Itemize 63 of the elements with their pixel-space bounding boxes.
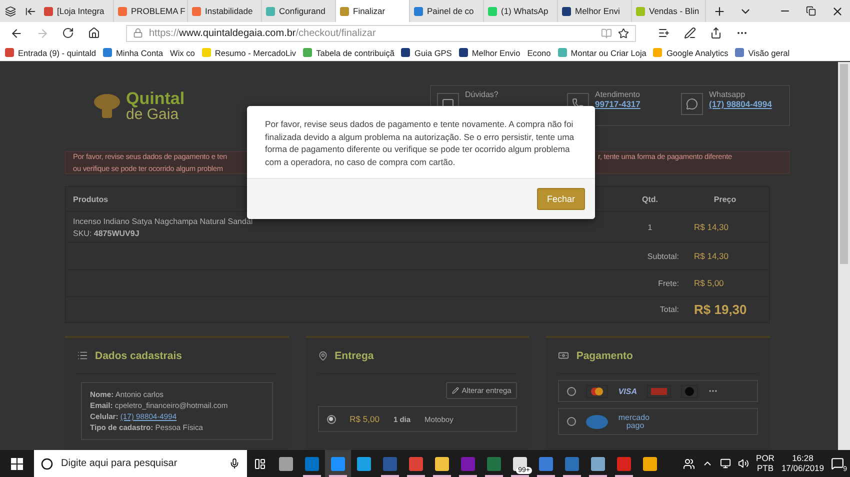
logo-emblem-icon — [92, 92, 122, 120]
pencil-icon — [452, 387, 459, 394]
summary-label: Total: — [660, 305, 679, 314]
phone-link[interactable]: 99717-4317 — [595, 99, 640, 109]
summary-value: R$ 19,30 — [694, 302, 747, 317]
bookmark-link[interactable]: Wix co — [170, 48, 195, 58]
bookmark-link[interactable]: Montar ou Criar Loja — [558, 48, 646, 58]
radio-button[interactable] — [567, 386, 576, 396]
column-header: Produtos — [73, 194, 108, 204]
column-header: Qtd. — [642, 194, 658, 204]
address-field[interactable]: https://www.quintaldegaia.com.br/checkout/finalizar — [126, 24, 636, 42]
summary-value: R$ 14,30 — [694, 251, 728, 261]
bookmark-link[interactable]: Google Analytics — [653, 48, 728, 58]
list-icon — [77, 350, 88, 361]
bookmark-link[interactable]: Melhor Envio — [458, 48, 520, 58]
map-pin-icon — [318, 350, 328, 360]
lock-icon — [133, 28, 143, 38]
contact-label: Dúvidas? — [465, 90, 498, 99]
bookmark-link[interactable]: Entrada (9) - quintald — [5, 48, 96, 58]
taskbar-app-icon[interactable] — [325, 450, 351, 477]
summary-label: Subtotal: — [647, 252, 679, 260]
radio-button[interactable] — [326, 414, 336, 424]
column-header: Preço — [714, 194, 736, 204]
cortana-circle-icon — [41, 458, 53, 470]
shipping-price: R$ 5,00 — [350, 414, 380, 424]
logo-text: Quintal — [126, 90, 185, 106]
bookmark-link[interactable]: Visão geral — [735, 48, 790, 58]
bookmark-link[interactable]: Tabela de contribuiçã — [303, 48, 394, 58]
price: R$ 14,30 — [694, 222, 728, 232]
card-logo-icon — [586, 384, 608, 398]
volume-icon[interactable] — [738, 458, 750, 469]
summary-label: Frete: — [658, 278, 679, 288]
card-brand: VISA — [618, 386, 638, 396]
product-name: Incenso Indiano Satya Nagchampa Natural Sandal — [73, 216, 253, 226]
logo-text: de Gaia — [126, 106, 179, 122]
clock[interactable]: 16:28 17/06/2019 — [781, 454, 824, 474]
money-icon — [558, 350, 570, 361]
bookmark-link[interactable]: Guia GPS — [401, 48, 452, 58]
quantity: 1 — [648, 222, 652, 232]
payment-brand: mercado pago — [618, 414, 650, 429]
panel-title: Pagamento — [576, 350, 633, 362]
bookmark-link[interactable]: Resumo - MercadoLiv — [202, 48, 296, 58]
card-logo-icon — [681, 384, 698, 398]
product-sku: SKU: 4875WUV9J — [73, 228, 140, 238]
radio-button[interactable] — [567, 417, 576, 426]
language-indicator[interactable]: POR PTB — [756, 454, 774, 474]
panel-title: Entrega — [334, 350, 374, 362]
summary-value: R$ 5,00 — [694, 278, 724, 288]
microphone-icon[interactable] — [229, 458, 240, 469]
contact-label: Whatsapp — [709, 90, 746, 99]
people-icon[interactable] — [683, 458, 696, 470]
browser-tab[interactable]: Finalizar — [336, 0, 410, 22]
phone-link[interactable]: (17) 98804-4994 — [709, 99, 772, 109]
taskbar-search-box[interactable]: Digite aqui para pesquisar — [34, 450, 247, 477]
network-icon[interactable] — [720, 458, 732, 469]
favorite-star-icon[interactable] — [618, 28, 629, 38]
card-logo-icon — [647, 384, 672, 398]
search-field[interactable]: Digite aqui para pesquisar — [59, 457, 223, 470]
panel-title: Dados cadastrais — [95, 350, 182, 362]
contact-label: Atendimento — [595, 90, 640, 99]
bookmark-link[interactable]: Econo — [527, 48, 551, 58]
chat-bubble-icon — [681, 93, 703, 115]
bookmark-link[interactable]: Minha Conta — [102, 48, 163, 58]
